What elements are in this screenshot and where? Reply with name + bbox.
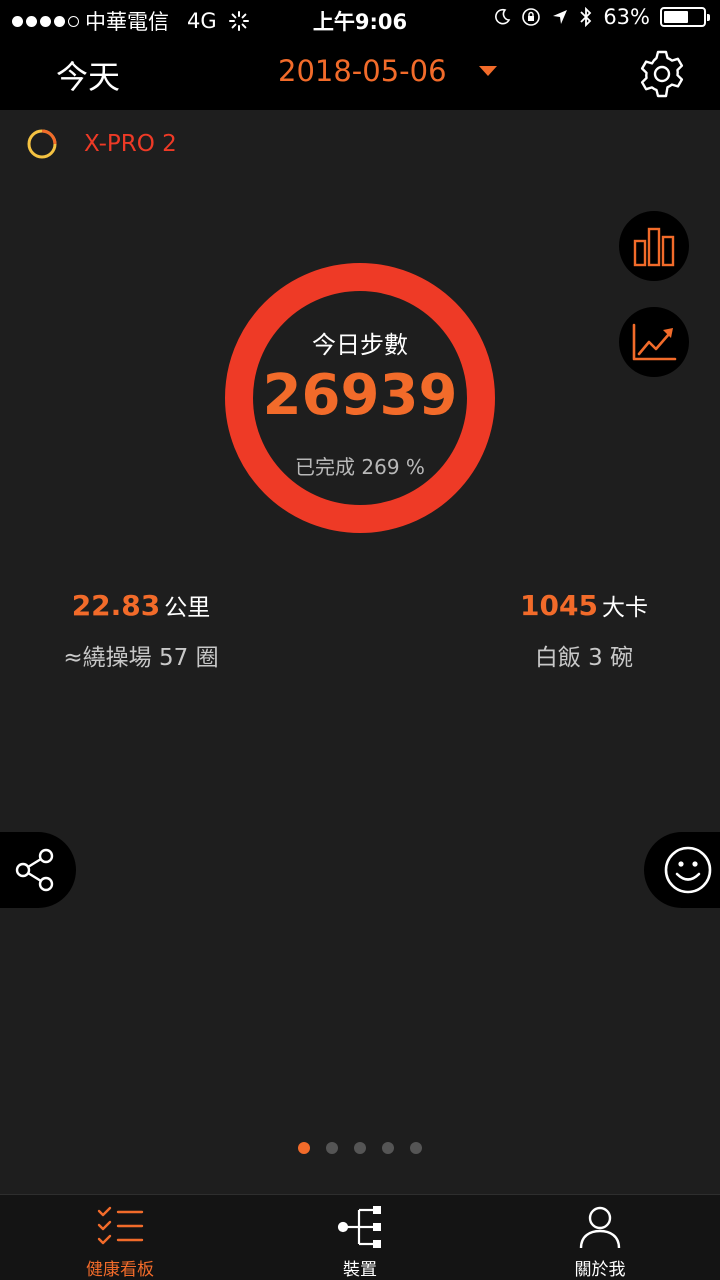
calories-comparison: 白飯 3 碗 bbox=[534, 645, 634, 671]
feedback-button[interactable] bbox=[644, 832, 720, 908]
date-selector[interactable]: 2018-05-06 bbox=[278, 54, 497, 88]
distance-value-line: 22.83 公里 bbox=[56, 588, 226, 622]
tab-profile-label[interactable]: 關於我 bbox=[575, 1255, 626, 1280]
location-arrow-icon bbox=[553, 10, 568, 24]
share-icon[interactable] bbox=[14, 847, 56, 893]
page-dot[interactable] bbox=[326, 1142, 338, 1154]
distance-comparison: ≈繞操場 57 圈 bbox=[63, 645, 219, 671]
tab-bar: 健康看板 裝置 關於我 bbox=[0, 1194, 720, 1280]
page-dot[interactable] bbox=[382, 1142, 394, 1154]
selected-date[interactable]: 2018-05-06 bbox=[278, 54, 447, 88]
device-name[interactable]: X-PRO 2 bbox=[84, 131, 177, 157]
page-indicator[interactable] bbox=[298, 1142, 422, 1154]
tab-dashboard-label[interactable]: 健康看板 bbox=[86, 1255, 154, 1280]
tab-dashboard[interactable]: 健康看板 bbox=[0, 1195, 240, 1280]
calories-value-line: 1045 大卡 bbox=[506, 588, 662, 622]
calories-value: 1045 bbox=[520, 589, 598, 622]
ring-label: 今日步數 bbox=[312, 331, 408, 359]
page-title: 今天 bbox=[56, 58, 121, 96]
page-dot[interactable] bbox=[410, 1142, 422, 1154]
battery-icon bbox=[660, 7, 710, 27]
gear-icon[interactable] bbox=[636, 48, 688, 100]
step-count: 26939 bbox=[262, 363, 458, 428]
tab-device-label[interactable]: 裝置 bbox=[343, 1255, 377, 1280]
device-row[interactable]: X-PRO 2 bbox=[26, 128, 177, 160]
step-progress-ring: 今日步數 26939 已完成 269 % bbox=[225, 263, 495, 533]
person-icon[interactable] bbox=[578, 1205, 622, 1249]
nav-bar: 今天 2018-05-06 bbox=[0, 38, 720, 110]
sync-ring-icon bbox=[27, 129, 57, 159]
distance-stat: 22.83 公里 ≈繞操場 57 圈 bbox=[56, 588, 226, 672]
status-bar: 中華電信 4G 上午9:06 63% bbox=[0, 0, 720, 38]
page-dot[interactable] bbox=[298, 1142, 310, 1154]
page-dot[interactable] bbox=[354, 1142, 366, 1154]
bluetooth-icon bbox=[580, 7, 592, 27]
smiley-icon[interactable] bbox=[662, 844, 714, 896]
trend-chart-button[interactable] bbox=[619, 307, 689, 377]
checklist-icon[interactable] bbox=[96, 1205, 144, 1249]
chevron-down-icon[interactable] bbox=[478, 66, 497, 76]
bar-chart-icon[interactable] bbox=[633, 225, 675, 267]
distance-unit: 公里 bbox=[164, 595, 211, 621]
calories-unit: 大卡 bbox=[601, 595, 648, 621]
share-button[interactable] bbox=[0, 832, 76, 908]
tab-profile[interactable]: 關於我 bbox=[480, 1195, 720, 1280]
device-tree-icon[interactable] bbox=[337, 1205, 383, 1249]
distance-value: 22.83 bbox=[71, 589, 161, 622]
moon-icon bbox=[495, 8, 511, 25]
tab-device[interactable]: 裝置 bbox=[240, 1195, 480, 1280]
calories-stat: 1045 大卡 白飯 3 碗 bbox=[506, 588, 662, 672]
status-right: 63% bbox=[493, 5, 710, 29]
bar-chart-button[interactable] bbox=[619, 211, 689, 281]
battery-percent: 63% bbox=[603, 5, 650, 29]
orientation-lock-icon bbox=[522, 8, 541, 26]
completion-percent: 已完成 269 % bbox=[295, 455, 425, 479]
trend-chart-icon[interactable] bbox=[631, 322, 677, 362]
battery-fill bbox=[664, 11, 688, 23]
settings-button[interactable] bbox=[636, 48, 688, 100]
